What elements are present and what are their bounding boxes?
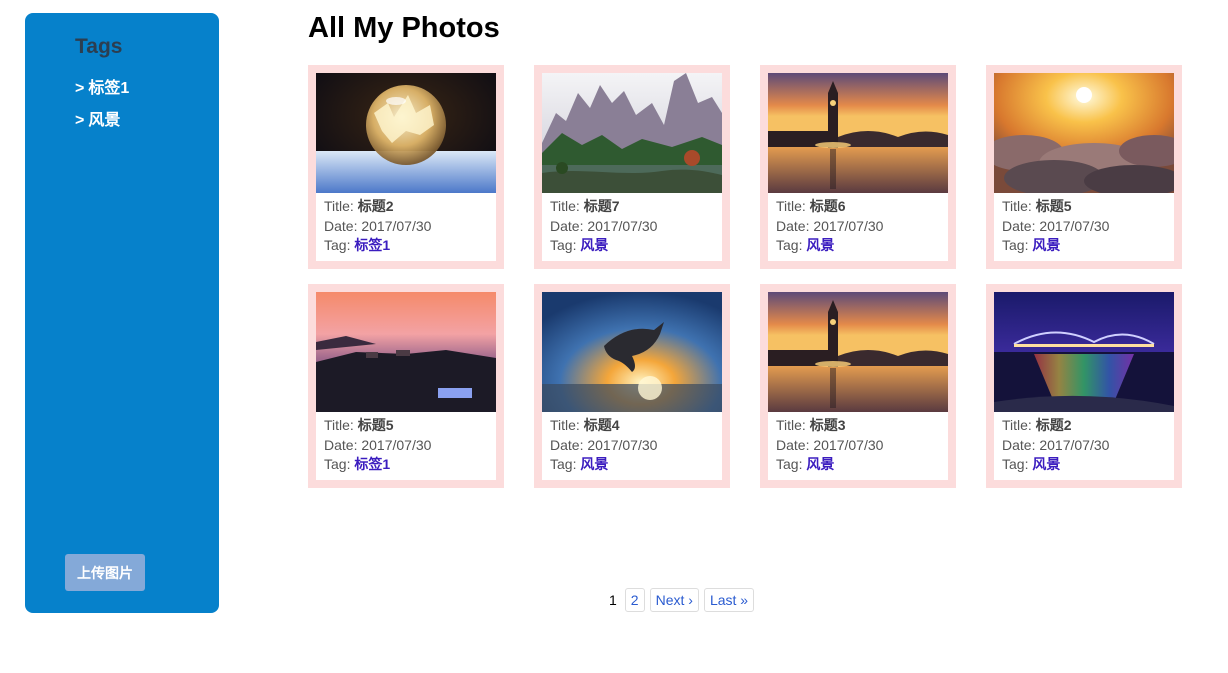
photo-date-row: Date: 2017/07/30 xyxy=(324,436,432,453)
next-page-link[interactable]: Next › xyxy=(649,588,699,612)
page-link-2[interactable]: 2 xyxy=(624,588,645,612)
photo-meta: Title: 标题4 Date: 2017/07/30 Tag: 风景 xyxy=(542,412,722,475)
photo-date: 2017/07/30 xyxy=(361,217,432,234)
photo-tag-row: Tag: 风景 xyxy=(550,456,609,472)
photo-meta: Title: 标题3 Date: 2017/07/30 Tag: 风景 xyxy=(768,412,948,475)
photo-card[interactable]: Title: 标题4 Date: 2017/07/30 Tag: 风景 xyxy=(534,284,730,488)
photo-title-row: Title: 标题5 xyxy=(324,417,394,433)
frozen-bubble-thumbnail[interactable] xyxy=(316,73,496,193)
photo-tag-link[interactable]: 标签1 xyxy=(354,237,390,253)
photo-title-row: Title: 标题7 xyxy=(550,198,620,214)
mountain-lake-thumbnail[interactable] xyxy=(542,73,722,193)
photo-date-row: Date: 2017/07/30 xyxy=(550,436,658,453)
photo-tag-row: Tag: 风景 xyxy=(1002,456,1061,472)
photo-card[interactable]: Title: 标题5 Date: 2017/07/30 Tag: 标签1 xyxy=(308,284,504,488)
photo-date-row: Date: 2017/07/30 xyxy=(324,217,432,234)
coastal-sunset-thumbnail[interactable] xyxy=(316,292,496,412)
big-ben-sunset-thumbnail[interactable] xyxy=(768,73,948,193)
photo-title-row: Title: 标题5 xyxy=(1002,198,1072,214)
photo-title: 标题2 xyxy=(1035,417,1072,433)
photo-tag-row: Tag: 风景 xyxy=(550,237,609,253)
photo-meta: Title: 标题2 Date: 2017/07/30 Tag: 标签1 xyxy=(316,193,496,256)
sidebar-item-tag-2[interactable]: > 风景 xyxy=(75,111,129,143)
current-page: 1 xyxy=(609,592,617,608)
photo-meta: Title: 标题6 Date: 2017/07/30 Tag: 风景 xyxy=(768,193,948,256)
photo-date-row: Date: 2017/07/30 xyxy=(776,436,884,453)
last-page-link[interactable]: Last » xyxy=(703,588,755,612)
photo-grid: Title: 标题2 Date: 2017/07/30 Tag: 标签1 Tit… xyxy=(308,65,1182,488)
photo-date: 2017/07/30 xyxy=(587,217,658,234)
photo-title-row: Title: 标题2 xyxy=(324,198,394,214)
rainbow-bridge-thumbnail[interactable] xyxy=(994,292,1174,412)
photo-tag-row: Tag: 标签1 xyxy=(324,456,391,472)
photo-date: 2017/07/30 xyxy=(813,436,884,453)
sidebar-item-label: 风景 xyxy=(88,112,121,129)
photo-tag-link[interactable]: 风景 xyxy=(806,456,834,472)
photo-tag-link[interactable]: 风景 xyxy=(806,237,834,253)
photo-title: 标题3 xyxy=(809,417,846,433)
photo-tag-row: Tag: 标签1 xyxy=(324,237,391,253)
photo-meta: Title: 标题2 Date: 2017/07/30 Tag: 风景 xyxy=(994,412,1174,475)
photo-title-row: Title: 标题6 xyxy=(776,198,846,214)
photo-date: 2017/07/30 xyxy=(1039,436,1110,453)
photo-card[interactable]: Title: 标题3 Date: 2017/07/30 Tag: 风景 xyxy=(760,284,956,488)
tag-list: > 标签1 > 风景 xyxy=(75,79,129,143)
photo-title: 标题2 xyxy=(357,198,394,214)
photo-date: 2017/07/30 xyxy=(587,436,658,453)
photo-date: 2017/07/30 xyxy=(361,436,432,453)
photo-tag-row: Tag: 风景 xyxy=(1002,237,1061,253)
sunset-clouds-thumbnail[interactable] xyxy=(994,73,1174,193)
photo-tag-link[interactable]: 风景 xyxy=(1032,237,1060,253)
big-ben-sunset-thumbnail[interactable] xyxy=(768,292,948,412)
photo-date: 2017/07/30 xyxy=(813,217,884,234)
photo-title: 标题5 xyxy=(357,417,394,433)
photo-tag-row: Tag: 风景 xyxy=(776,456,835,472)
photo-date-row: Date: 2017/07/30 xyxy=(1002,217,1110,234)
upload-photo-button[interactable]: 上传图片 xyxy=(65,554,145,591)
photo-meta: Title: 标题5 Date: 2017/07/30 Tag: 风景 xyxy=(994,193,1174,256)
photo-title-row: Title: 标题2 xyxy=(1002,417,1072,433)
chevron-right-icon: > xyxy=(75,80,85,97)
sidebar-item-label: 标签1 xyxy=(88,80,130,97)
photo-date-row: Date: 2017/07/30 xyxy=(776,217,884,234)
photo-card[interactable]: Title: 标题2 Date: 2017/07/30 Tag: 标签1 xyxy=(308,65,504,269)
photo-tag-link[interactable]: 标签1 xyxy=(354,456,390,472)
photo-card[interactable]: Title: 标题7 Date: 2017/07/30 Tag: 风景 xyxy=(534,65,730,269)
sidebar-item-tag-1[interactable]: > 标签1 xyxy=(75,79,129,111)
photo-date-row: Date: 2017/07/30 xyxy=(550,217,658,234)
page-title: All My Photos xyxy=(308,12,500,44)
photo-tag-link[interactable]: 风景 xyxy=(580,456,608,472)
photo-tag-link[interactable]: 风景 xyxy=(580,237,608,253)
photo-tag-row: Tag: 风景 xyxy=(776,237,835,253)
photo-date-row: Date: 2017/07/30 xyxy=(1002,436,1110,453)
sidebar-title: Tags xyxy=(75,35,123,58)
photo-date: 2017/07/30 xyxy=(1039,217,1110,234)
photo-card[interactable]: Title: 标题5 Date: 2017/07/30 Tag: 风景 xyxy=(986,65,1182,269)
photo-tag-link[interactable]: 风景 xyxy=(1032,456,1060,472)
photo-title: 标题6 xyxy=(809,198,846,214)
photo-card[interactable]: Title: 标题6 Date: 2017/07/30 Tag: 风景 xyxy=(760,65,956,269)
pagination: 1 2 Next › Last » xyxy=(606,588,755,612)
dolphin-jump-thumbnail[interactable] xyxy=(542,292,722,412)
photo-card[interactable]: Title: 标题2 Date: 2017/07/30 Tag: 风景 xyxy=(986,284,1182,488)
tags-sidebar: Tags > 标签1 > 风景 上传图片 xyxy=(25,13,219,613)
photo-title-row: Title: 标题3 xyxy=(776,417,846,433)
photo-title: 标题4 xyxy=(583,417,620,433)
chevron-right-icon: > xyxy=(75,112,85,129)
photo-meta: Title: 标题5 Date: 2017/07/30 Tag: 标签1 xyxy=(316,412,496,475)
photo-title-row: Title: 标题4 xyxy=(550,417,620,433)
photo-title: 标题5 xyxy=(1035,198,1072,214)
photo-title: 标题7 xyxy=(583,198,620,214)
photo-meta: Title: 标题7 Date: 2017/07/30 Tag: 风景 xyxy=(542,193,722,256)
